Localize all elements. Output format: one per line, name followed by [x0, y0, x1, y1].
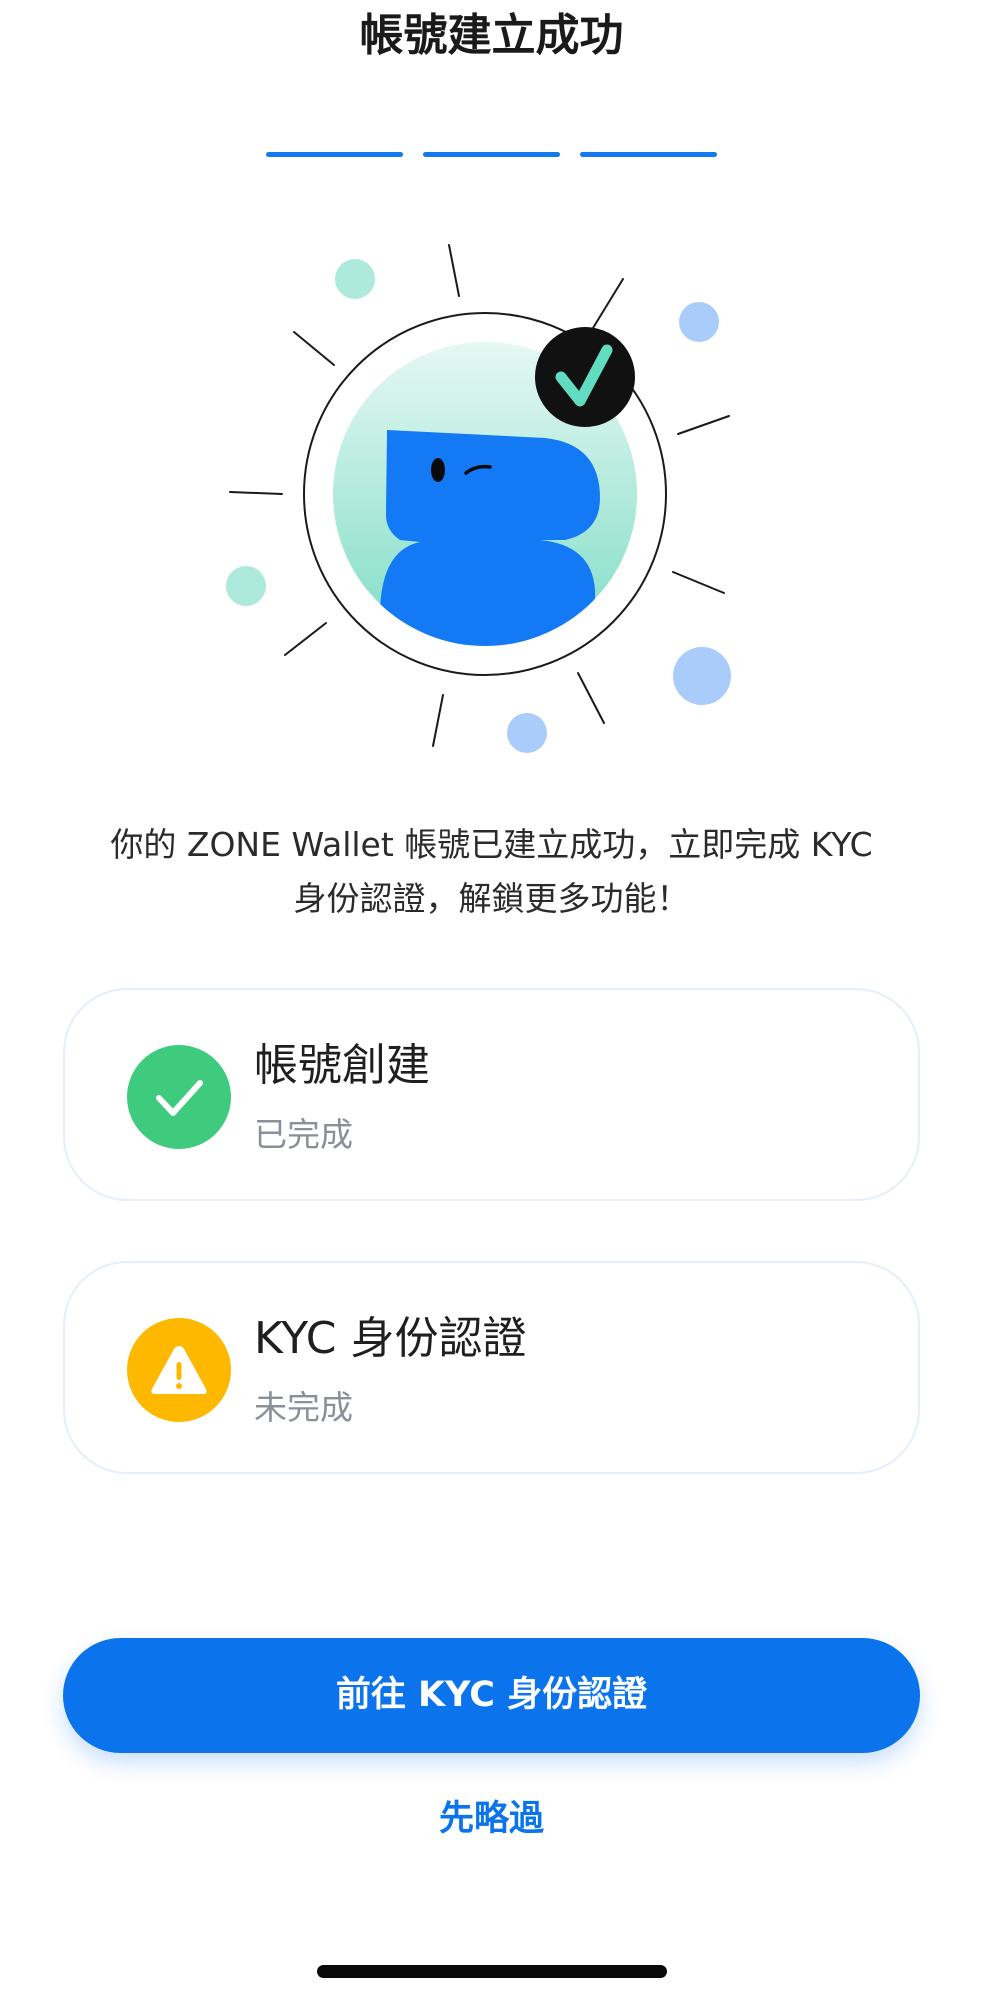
- intro-line-1: 你的 ZONE Wallet 帳號已建立成功，立即完成 KYC: [110, 825, 873, 864]
- home-indicator[interactable]: [317, 1965, 667, 1978]
- kyc-verification-card[interactable]: KYC 身份認證 未完成: [63, 1261, 920, 1474]
- account-created-card: 帳號創建 已完成: [63, 988, 920, 1201]
- go-to-kyc-button[interactable]: 前往 KYC 身份認證: [63, 1638, 920, 1753]
- check-circle-icon: [127, 1045, 231, 1149]
- skip-button[interactable]: 先略過: [0, 1794, 983, 1844]
- card-status: 已完成: [254, 1115, 353, 1154]
- progress-indicator: [0, 152, 983, 157]
- page-title: 帳號建立成功: [359, 10, 624, 61]
- success-badge: [535, 327, 635, 427]
- decor-dot: [507, 713, 547, 753]
- intro-line-2: 身份認證，解鎖更多功能！: [293, 879, 690, 918]
- card-title: 帳號創建: [254, 1040, 430, 1091]
- decor-dot: [335, 259, 375, 299]
- mascot-success-illustration: [226, 244, 731, 753]
- card-status: 未完成: [254, 1388, 353, 1427]
- progress-step-1: [266, 152, 403, 157]
- progress-step-2: [423, 152, 560, 157]
- progress-step-3: [580, 152, 717, 157]
- intro-message: 你的 ZONE Wallet 帳號已建立成功，立即完成 KYC 身份認證，解鎖更…: [60, 818, 923, 926]
- decor-dot: [673, 647, 731, 705]
- decor-dot: [226, 566, 266, 606]
- decor-dot: [679, 302, 719, 342]
- card-title: KYC 身份認證: [254, 1313, 527, 1364]
- warning-icon: [127, 1318, 231, 1422]
